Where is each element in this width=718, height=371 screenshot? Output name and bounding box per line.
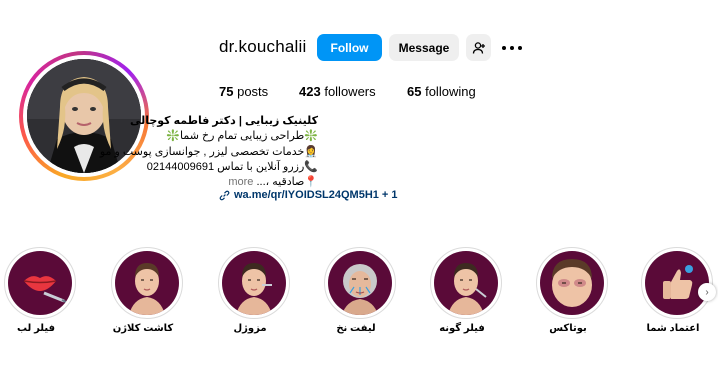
avatar-frame (23, 55, 145, 177)
bio-line: 📞رزرو آنلاین با تماس 02144009691 (146, 161, 318, 173)
highlight-label: کاشت کلاژن (112, 323, 174, 334)
bio-more-link[interactable]: more (228, 176, 253, 188)
add-user-icon (472, 41, 485, 54)
bio-line-with-more: 📍صادقیه ،... more (228, 175, 318, 188)
suggested-users-button[interactable] (466, 34, 491, 61)
bio-name: کلینیک زیبایی | دکتر فاطمه کوچالی (129, 115, 318, 127)
more-dot-icon (502, 46, 506, 50)
followers-count: 423 (299, 84, 321, 99)
following-count: 65 (407, 84, 422, 99)
highlight-cover (645, 251, 709, 315)
message-button[interactable]: Message (389, 34, 459, 61)
elderly-face-icon (342, 264, 378, 315)
bio-line: 👩‍⚕️خدمات تخصصی لیزر , جوانسازی پوست و م… (99, 146, 318, 158)
highlight-item[interactable] (4, 247, 76, 319)
more-dot-icon (518, 46, 522, 50)
thumbs-up-icon (663, 265, 693, 299)
highlight-label: مزوژل (233, 323, 267, 334)
highlight-label: بوتاکس (549, 323, 587, 334)
follow-button[interactable]: Follow (317, 34, 382, 61)
bio-link-text[interactable]: wa.me/qr/IYOIDSL24QM5H1 + 1 (234, 189, 398, 201)
posts-stat: 75 posts (219, 84, 268, 99)
following-label: following (425, 84, 476, 99)
lips-icon (23, 276, 67, 303)
link-icon (219, 190, 230, 200)
highlight-item[interactable] (536, 247, 608, 319)
highlight-cover (115, 251, 179, 315)
highlight-item[interactable] (430, 247, 502, 319)
face-icon (129, 263, 165, 315)
followers-label: followers (324, 84, 376, 99)
highlight-label: لیفت نخ (336, 323, 376, 334)
highlight-cover (328, 251, 392, 315)
highlights-next-button[interactable]: › (698, 283, 716, 301)
highlight-cover (434, 251, 498, 315)
face-icon (236, 263, 272, 315)
face-icon (448, 263, 487, 315)
highlight-cover (8, 251, 72, 315)
following-stat[interactable]: 65 following (407, 84, 476, 99)
highlight-cover (222, 251, 286, 315)
more-dot-icon (510, 46, 514, 50)
face-icon (552, 259, 592, 307)
posts-count: 75 (219, 84, 234, 99)
highlight-cover (540, 251, 604, 315)
highlight-label: فیلر لب (16, 323, 56, 334)
bio-external-link[interactable]: wa.me/qr/IYOIDSL24QM5H1 + 1 (219, 189, 398, 201)
more-options-button[interactable] (502, 38, 522, 58)
highlight-item[interactable] (218, 247, 290, 319)
highlight-label: اعتماد شما (646, 323, 700, 334)
chevron-right-icon: › (705, 286, 709, 298)
profile-username: dr.kouchalii (219, 37, 307, 56)
posts-label: posts (237, 84, 269, 99)
highlight-item[interactable] (324, 247, 396, 319)
bio-line: 📍صادقیه ،... (256, 176, 318, 188)
bio-line: ❇️طراحی زیبایی تمام رخ شما❇️ (166, 130, 318, 142)
followers-stat[interactable]: 423 followers (299, 84, 376, 99)
highlight-label: فیلر گونه (439, 323, 485, 334)
highlight-item[interactable] (111, 247, 183, 319)
